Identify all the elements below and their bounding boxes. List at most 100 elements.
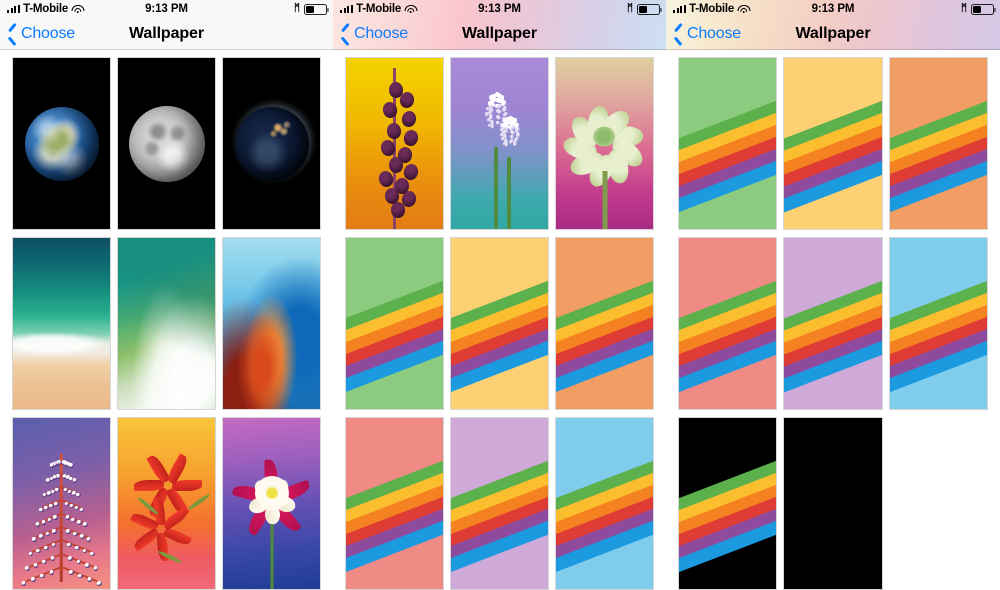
stripe-art (346, 418, 443, 589)
flower-bud (69, 503, 74, 509)
nav-row: Choose Wallpaper (666, 18, 1000, 50)
flower-bud (50, 556, 55, 561)
flower-bud (52, 528, 57, 534)
wallpaper-stripes-green[interactable] (678, 57, 778, 230)
wallpaper-stripes-green[interactable] (345, 237, 444, 410)
flower-bud (49, 570, 55, 575)
flower-bud (54, 487, 60, 493)
gloriosa-flower (118, 418, 215, 589)
flower-bud (49, 503, 54, 509)
fritillaria-bell (390, 201, 405, 218)
flower-bud (21, 581, 27, 586)
stripe-art (451, 418, 548, 589)
flower-bud (36, 548, 41, 554)
wallpaper-moon[interactable] (117, 57, 216, 230)
status-bar-right: ᛗ (961, 3, 996, 15)
muscari-bud (504, 143, 509, 148)
battery-icon (304, 3, 329, 15)
clock-label: 9:13 PM (145, 3, 188, 15)
flower-bud (40, 573, 45, 579)
battery-icon (637, 3, 662, 15)
nav-row: Choose Wallpaper (0, 18, 333, 50)
stripe-art (556, 238, 653, 409)
flower-bud (32, 537, 37, 542)
wallpaper-stripes-orange[interactable] (555, 237, 654, 410)
flower-bud (84, 563, 90, 568)
battery-cap (327, 7, 329, 12)
stripe-art (889, 58, 987, 229)
flower-bud (66, 528, 71, 534)
gloriosa-petal (172, 479, 203, 491)
columbine-stem (270, 524, 273, 589)
page-title: Wallpaper (795, 25, 871, 42)
hellebore-center (593, 126, 616, 147)
screen-1: T-Mobile 9:13 PM ᛗ Choose Wallpaper (0, 0, 333, 590)
flower-bud (28, 551, 34, 557)
wallpaper-flower-columbine-blue[interactable] (222, 417, 321, 590)
stripe-art (346, 238, 443, 409)
wallpaper-flower-gloriosa-orange[interactable] (117, 417, 216, 590)
bluetooth-icon: ᛗ (627, 3, 633, 14)
muscari-stem (493, 146, 498, 229)
flower-bud (72, 478, 77, 483)
muscari-stem (507, 157, 512, 229)
wallpaper-flower-purple-spike[interactable] (12, 417, 111, 590)
flower-bud (46, 491, 52, 496)
wallpaper-stripes-black[interactable] (678, 417, 778, 590)
flower-bud (67, 542, 72, 548)
flower-bud (74, 505, 79, 511)
wallpaper-grid (12, 57, 321, 590)
wallpaper-abstract-blue-orange[interactable] (222, 237, 321, 410)
wallpaper-stripes-yellow[interactable] (450, 237, 549, 410)
flower-bud (77, 519, 82, 525)
wallpaper-ocean-wave[interactable] (117, 237, 216, 410)
stripe-art (679, 58, 777, 229)
status-bar: T-Mobile 9:13 PM ᛗ (0, 0, 333, 18)
flower-bud (87, 577, 93, 583)
wallpaper-screens-comparison: T-Mobile 9:13 PM ᛗ Choose Wallpaper T-Mobile 9… (0, 0, 1000, 590)
wallpaper-muscari-purple[interactable] (450, 57, 549, 230)
wallpaper-earth-day[interactable] (12, 57, 111, 230)
wallpaper-stripes-pink[interactable] (345, 417, 444, 590)
navigation-bar: T-Mobile 9:13 PM ᛗ Choose Wallpaper (333, 0, 666, 50)
flower-bud (45, 531, 51, 537)
fritillaria-bell (388, 156, 404, 174)
gloriosa-leaf (187, 492, 211, 512)
wallpaper-stripes-lightblue[interactable] (555, 417, 654, 590)
wallpaper-stripes-lavender[interactable] (783, 237, 883, 410)
wallpaper-stripes-lightblue[interactable] (888, 237, 988, 410)
screen-2: T-Mobile 9:13 PM ᛗ Choose Wallpaper (333, 0, 666, 590)
wallpaper-earth-night[interactable] (222, 57, 321, 230)
battery-fill (639, 5, 648, 13)
muscari-flower (451, 58, 548, 229)
nav-divider (0, 49, 333, 50)
columbine-center (254, 476, 289, 511)
flower-bud (43, 545, 49, 551)
fritillaria-bell (400, 109, 418, 129)
wallpaper-fritillaria-yellow[interactable] (345, 57, 444, 230)
status-bar-right: ᛗ (627, 3, 662, 15)
battery-fill (306, 5, 315, 13)
wallpaper-solid-black[interactable] (783, 417, 883, 590)
flower-bud (89, 551, 95, 557)
wallpaper-stripes-pink[interactable] (678, 237, 778, 410)
wallpaper-stripes-lavender[interactable] (450, 417, 549, 590)
wallpaper-stripes-orange[interactable] (888, 57, 988, 230)
flower-bud (76, 559, 82, 565)
nav-divider (333, 49, 666, 50)
screen-3: T-Mobile 9:13 PM ᛗ Choose Wallpaper (666, 0, 1000, 590)
earth-day-art (13, 58, 110, 229)
muscari-bud (490, 125, 495, 129)
bluetooth-icon: ᛗ (294, 3, 300, 14)
wallpaper-stripes-yellow[interactable] (783, 57, 883, 230)
gloriosa-petal (161, 506, 190, 531)
wallpaper-grid (678, 57, 988, 590)
status-bar: T-Mobile 9:13 PM ᛗ (333, 0, 666, 18)
flower-bud (50, 489, 56, 495)
muscari-bud (497, 110, 502, 115)
clock-label: 9:13 PM (811, 3, 855, 15)
flower-bud (79, 534, 85, 539)
wallpaper-beach-aerial[interactable] (12, 237, 111, 410)
wallpaper-hellebore-magenta[interactable] (555, 57, 654, 230)
status-bar: T-Mobile 9:13 PM ᛗ (666, 0, 1000, 18)
